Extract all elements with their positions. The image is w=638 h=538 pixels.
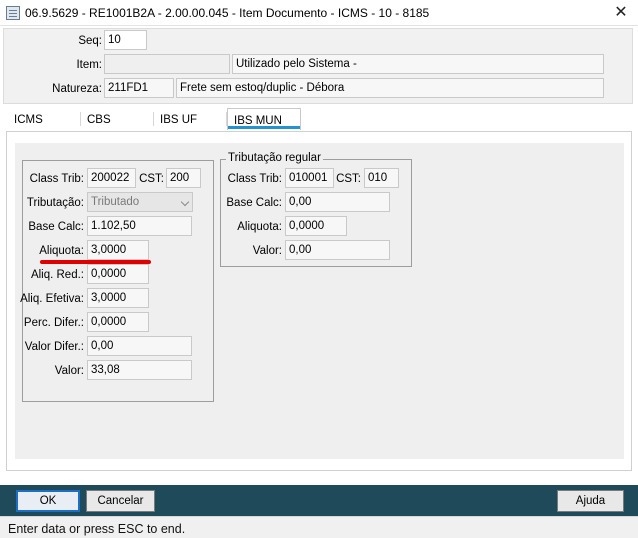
perc-difer-label: Perc. Difer.:	[23, 317, 84, 329]
aliq-efetiva-label: Aliq. Efetiva:	[20, 293, 84, 305]
active-tab-indicator	[228, 126, 300, 129]
perc-difer-field[interactable]: 0,0000	[87, 312, 149, 332]
seq-label: Seq:	[78, 35, 102, 47]
cst-field[interactable]: 200	[166, 168, 201, 188]
class-trib-field[interactable]: 200022	[87, 168, 136, 188]
ok-button[interactable]: OK	[16, 490, 80, 512]
app-icon	[6, 6, 20, 20]
close-icon[interactable]: ✕	[604, 0, 638, 26]
tab-icms[interactable]: ICMS	[8, 108, 82, 130]
regular-aliquota-field[interactable]: 0,0000	[285, 216, 347, 236]
help-button[interactable]: Ajuda	[557, 490, 624, 512]
item-label: Item:	[76, 59, 102, 71]
natureza-description-field: Frete sem estoq/duplic - Débora	[176, 78, 604, 98]
regular-aliquota-label: Aliquota:	[237, 221, 282, 233]
tributacao-select[interactable]: Tributado	[87, 192, 193, 212]
tab-ibs-uf-label: IBS UF	[160, 114, 198, 126]
item-code-field[interactable]	[104, 54, 230, 74]
regular-base-calc-label: Base Calc:	[226, 197, 282, 209]
chevron-down-icon	[180, 197, 190, 207]
tributacao-select-value: Tributado	[91, 196, 140, 208]
regular-cst-field[interactable]: 010	[364, 168, 399, 188]
seq-field[interactable]: 10	[104, 30, 147, 50]
class-trib-label: Class Trib:	[29, 173, 84, 185]
item-description-field: Utilizado pelo Sistema -	[232, 54, 604, 74]
valor-label: Valor:	[54, 365, 84, 377]
title-bar: 06.9.5629 - RE1001B2A - 2.00.00.045 - It…	[0, 0, 638, 26]
tab-cbs-label: CBS	[87, 114, 111, 126]
tributacao-regular-title: Tributação regular	[226, 152, 323, 164]
valor-field[interactable]: 33,08	[87, 360, 192, 380]
natureza-label: Natureza:	[52, 83, 102, 95]
regular-cst-label: CST:	[336, 173, 361, 185]
window-title: 06.9.5629 - RE1001B2A - 2.00.00.045 - It…	[25, 6, 430, 20]
regular-valor-label: Valor:	[252, 245, 282, 257]
regular-valor-field[interactable]: 0,00	[285, 240, 390, 260]
regular-base-calc-field[interactable]: 0,00	[285, 192, 390, 212]
regular-class-trib-field[interactable]: 010001	[285, 168, 334, 188]
tab-icms-label: ICMS	[14, 114, 43, 126]
cst-label: CST:	[139, 173, 164, 185]
aliq-red-label: Aliq. Red.:	[30, 269, 84, 281]
status-bar: Enter data or press ESC to end.	[0, 516, 638, 538]
tributacao-label: Tributação:	[26, 197, 84, 209]
status-text: Enter data or press ESC to end.	[8, 522, 186, 536]
natureza-code-field[interactable]: 211FD1	[104, 78, 174, 98]
tab-cbs[interactable]: CBS	[81, 108, 153, 130]
regular-class-trib-label: Class Trib:	[227, 173, 282, 185]
valor-difer-label: Valor Difer.:	[24, 341, 84, 353]
aliquota-field[interactable]: 3,0000	[87, 240, 149, 260]
base-calc-label: Base Calc:	[28, 221, 84, 233]
cancel-button[interactable]: Cancelar	[86, 490, 155, 512]
aliq-red-field[interactable]: 0,0000	[87, 264, 149, 284]
tab-ibs-uf[interactable]: IBS UF	[154, 108, 226, 130]
aliq-efetiva-field[interactable]: 3,0000	[87, 288, 149, 308]
aliquota-label: Aliquota:	[39, 245, 84, 257]
base-calc-field[interactable]: 1.102,50	[87, 216, 192, 236]
valor-difer-field[interactable]: 0,00	[87, 336, 192, 356]
